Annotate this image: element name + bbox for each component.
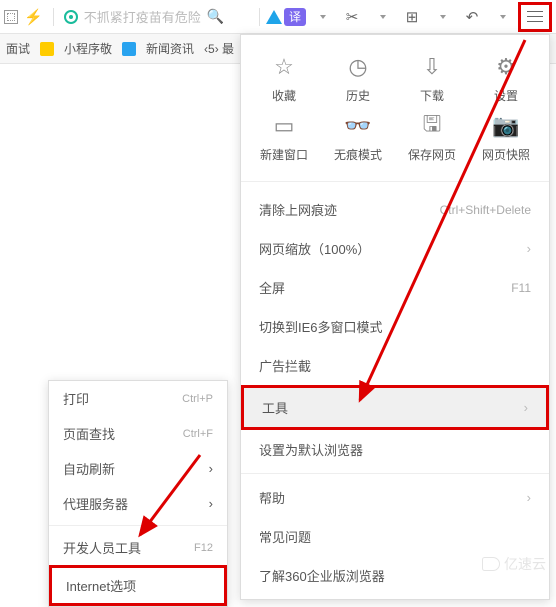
submenu-internet-options[interactable]: Internet选项 bbox=[49, 565, 227, 606]
submenu-proxy[interactable]: 代理服务器› bbox=[49, 486, 227, 521]
submenu-print[interactable]: 打印Ctrl+P bbox=[49, 381, 227, 416]
undo-chevron[interactable] bbox=[488, 3, 516, 31]
bolt-icon[interactable]: ⚡ bbox=[24, 8, 43, 26]
main-menu-panel: ☆收藏 ◷历史 ⇩下载 ⚙设置 ▭新建窗口 👓无痕模式 🖫保存网页 📷网页快照 … bbox=[240, 34, 550, 600]
chevron-right-icon: › bbox=[209, 496, 213, 511]
grid-chevron[interactable] bbox=[428, 3, 456, 31]
menu-save-page[interactable]: 🖫保存网页 bbox=[395, 108, 469, 167]
submenu-find[interactable]: 页面查找Ctrl+F bbox=[49, 416, 227, 451]
scissors-chevron[interactable] bbox=[368, 3, 396, 31]
top-toolbar: ⚡ 不抓紧打疫苗有危险 🔍 译 ✂ ⊞ ↶ bbox=[0, 0, 556, 34]
search-icon[interactable]: 🔍 bbox=[207, 8, 224, 25]
chevron-right-icon: › bbox=[527, 241, 531, 256]
menu-faq[interactable]: 常见问题 bbox=[241, 517, 549, 556]
translate-chevron[interactable] bbox=[308, 3, 336, 31]
menu-favorites[interactable]: ☆收藏 bbox=[247, 49, 321, 108]
address-icon bbox=[64, 10, 78, 24]
scissors-icon[interactable]: ✂ bbox=[338, 3, 366, 31]
tab-favicon bbox=[40, 42, 54, 56]
address-placeholder[interactable]: 不抓紧打疫苗有危险 bbox=[84, 7, 201, 26]
tools-submenu: 打印Ctrl+P 页面查找Ctrl+F 自动刷新› 代理服务器› 开发人员工具F… bbox=[48, 380, 228, 607]
menu-tools[interactable]: 工具› bbox=[241, 385, 549, 430]
grid-icon[interactable]: ⊞ bbox=[398, 3, 426, 31]
triangle-icon[interactable] bbox=[266, 10, 282, 24]
translate-button[interactable]: 译 bbox=[284, 8, 306, 26]
tab-favicon bbox=[122, 42, 136, 56]
menu-clear-history[interactable]: 清除上网痕迹Ctrl+Shift+Delete bbox=[241, 190, 549, 229]
incognito-icon: 👓 bbox=[344, 112, 372, 140]
star-icon: ☆ bbox=[270, 53, 298, 81]
menu-zoom[interactable]: 网页缩放（100%）› bbox=[241, 229, 549, 268]
submenu-dev-tools[interactable]: 开发人员工具F12 bbox=[49, 530, 227, 565]
hamburger-menu-button[interactable] bbox=[518, 2, 552, 32]
tab-item[interactable]: 面试 bbox=[6, 40, 30, 57]
gear-icon: ⚙ bbox=[492, 53, 520, 81]
camera-icon: 📷 bbox=[492, 112, 520, 140]
menu-settings[interactable]: ⚙设置 bbox=[469, 49, 543, 108]
watermark: 亿速云 bbox=[482, 554, 546, 574]
clock-icon: ◷ bbox=[344, 53, 372, 81]
undo-icon[interactable]: ↶ bbox=[458, 3, 486, 31]
menu-grid: ☆收藏 ◷历史 ⇩下载 ⚙设置 ▭新建窗口 👓无痕模式 🖫保存网页 📷网页快照 bbox=[241, 35, 549, 177]
download-icon: ⇩ bbox=[418, 53, 446, 81]
menu-incognito[interactable]: 👓无痕模式 bbox=[321, 108, 395, 167]
menu-adblock[interactable]: 广告拦截 bbox=[241, 346, 549, 385]
window-icon: ▭ bbox=[270, 112, 298, 140]
menu-ie6-mode[interactable]: 切换到IE6多窗口模式 bbox=[241, 307, 549, 346]
chevron-right-icon: › bbox=[527, 490, 531, 505]
tab-item[interactable]: 小程序敬 bbox=[64, 40, 112, 57]
qr-icon[interactable] bbox=[4, 10, 18, 24]
chevron-right-icon: › bbox=[209, 461, 213, 476]
menu-new-window[interactable]: ▭新建窗口 bbox=[247, 108, 321, 167]
menu-history[interactable]: ◷历史 bbox=[321, 49, 395, 108]
tab-item[interactable]: 新闻资讯 bbox=[146, 40, 194, 57]
submenu-auto-refresh[interactable]: 自动刷新› bbox=[49, 451, 227, 486]
menu-snapshot[interactable]: 📷网页快照 bbox=[469, 108, 543, 167]
tab-item[interactable]: ‹5› 最 bbox=[204, 40, 234, 57]
menu-help[interactable]: 帮助› bbox=[241, 478, 549, 517]
chevron-right-icon: › bbox=[524, 400, 528, 415]
cloud-icon bbox=[482, 557, 500, 571]
menu-downloads[interactable]: ⇩下载 bbox=[395, 49, 469, 108]
menu-set-default[interactable]: 设置为默认浏览器 bbox=[241, 430, 549, 469]
menu-fullscreen[interactable]: 全屏F11 bbox=[241, 268, 549, 307]
save-icon: 🖫 bbox=[418, 112, 446, 140]
